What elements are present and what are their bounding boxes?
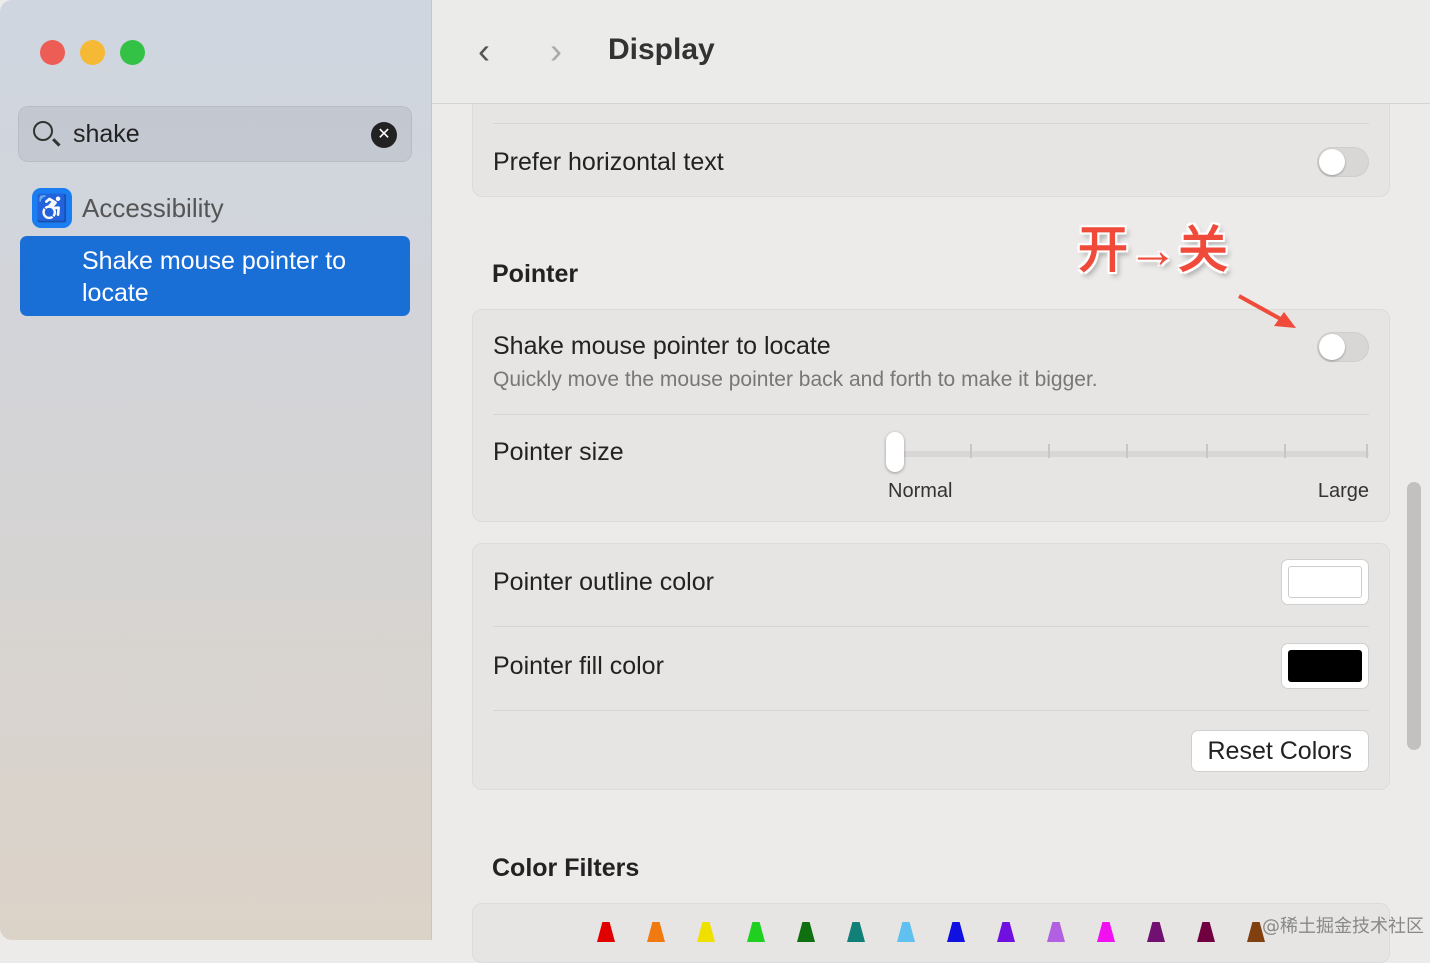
shake-description: Quickly move the mouse pointer back and … <box>493 368 1098 391</box>
clear-search-icon[interactable]: ✕ <box>371 122 397 148</box>
slider-max-label: Large <box>1317 480 1369 502</box>
pointer-size-slider[interactable] <box>886 432 904 472</box>
accessibility-icon: ♿ <box>32 188 72 228</box>
reset-colors-button[interactable]: Reset Colors <box>1190 730 1369 772</box>
prefer-horizontal-toggle[interactable] <box>1317 147 1369 177</box>
annotation-arrow-icon <box>1238 294 1296 328</box>
shake-pointer-toggle[interactable] <box>1317 332 1369 362</box>
shake-label: Shake mouse pointer to locate <box>493 332 831 360</box>
sidebar-item-label: Accessibility <box>82 192 224 223</box>
search-result-shake-pointer[interactable]: Shake mouse pointer to locate <box>20 236 410 316</box>
back-button[interactable]: ‹ <box>478 30 490 72</box>
pointer-heading: Pointer <box>492 260 579 288</box>
sidebar-item-accessibility[interactable]: ♿ Accessibility <box>32 188 224 228</box>
prefer-horizontal-label: Prefer horizontal text <box>493 148 724 176</box>
color-filters-heading: Color Filters <box>492 854 640 882</box>
toolbar: ‹ › Display <box>432 0 1430 104</box>
pointer-color-card: Pointer outline color Pointer fill color… <box>472 543 1390 790</box>
sidebar: shake ✕ ♿ Accessibility Shake mouse poin… <box>0 0 432 940</box>
search-input[interactable]: shake <box>73 120 140 149</box>
annotation-on-to-off: 开→关 <box>1078 222 1228 278</box>
page-title: Display <box>608 33 715 66</box>
close-window-button[interactable] <box>40 40 65 65</box>
outline-color-well[interactable] <box>1281 559 1369 605</box>
watermark: @稀土掘金技术社区 <box>1262 916 1424 937</box>
scrollbar[interactable] <box>1407 482 1421 750</box>
search-icon <box>33 121 53 141</box>
outline-color-label: Pointer outline color <box>493 568 714 596</box>
pointer-card: Shake mouse pointer to locate Quickly mo… <box>472 309 1390 522</box>
text-card: Prefer horizontal text <box>472 104 1390 197</box>
pointer-size-label: Pointer size <box>493 438 624 466</box>
forward-button[interactable]: › <box>550 30 562 72</box>
fill-color-well[interactable] <box>1281 643 1369 689</box>
slider-min-label: Normal <box>888 480 953 502</box>
fill-color-label: Pointer fill color <box>493 652 664 680</box>
search-field[interactable]: shake ✕ <box>18 106 412 162</box>
minimize-window-button[interactable] <box>80 40 105 65</box>
pointer-size-track[interactable] <box>893 451 1369 457</box>
zoom-window-button[interactable] <box>120 40 145 65</box>
